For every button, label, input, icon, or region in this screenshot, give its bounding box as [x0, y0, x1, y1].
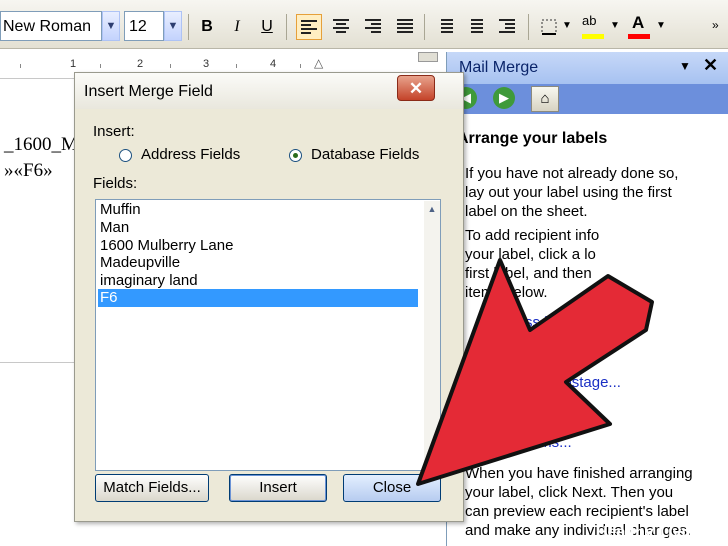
- toolbar-separator: [528, 14, 529, 40]
- font-name-box[interactable]: New Roman: [0, 11, 102, 41]
- font-color-dropdown-arrow[interactable]: ▼: [656, 20, 666, 31]
- decrease-indent-icon: [499, 19, 515, 33]
- close-button[interactable]: Close: [343, 474, 441, 502]
- dialog-title-bar[interactable]: Insert Merge Field ✕: [75, 73, 463, 109]
- align-right-icon: [365, 19, 381, 33]
- font-size-dropdown-arrow[interactable]: ▼: [164, 11, 182, 41]
- font-color-button[interactable]: A: [626, 13, 652, 40]
- pane-text: first label, and then: [465, 265, 592, 282]
- dialog-title: Insert Merge Field: [84, 83, 213, 100]
- font-color-icon: A: [632, 13, 645, 32]
- pane-text: label on the sheet.: [465, 203, 588, 220]
- toolbar-separator: [188, 14, 189, 40]
- watermark: Healthy Living: [596, 524, 706, 541]
- justify-button[interactable]: [392, 14, 418, 40]
- align-left-icon: [301, 20, 317, 34]
- task-pane-close-icon[interactable]: ✕: [703, 55, 718, 76]
- list-item[interactable]: imaginary land: [98, 272, 418, 290]
- insert-label: Insert:: [93, 123, 135, 140]
- list-item[interactable]: Muffin: [98, 201, 418, 219]
- numbered-list-icon: [437, 19, 453, 33]
- borders-dropdown-arrow[interactable]: ▼: [562, 20, 572, 31]
- database-fields-label[interactable]: Database Fields: [311, 146, 419, 163]
- dialog-close-button[interactable]: ✕: [397, 75, 435, 101]
- toolbar-separator: [286, 14, 287, 40]
- ruler-number: 4: [270, 58, 277, 70]
- list-item-selected[interactable]: F6: [98, 289, 418, 307]
- address-fields-label[interactable]: Address Fields: [141, 146, 240, 163]
- highlight-button[interactable]: ab: [580, 13, 606, 40]
- forward-arrow-icon[interactable]: ▶: [493, 87, 515, 109]
- pane-text: To add recipient info: [465, 227, 600, 244]
- task-pane-dropdown-icon[interactable]: ▼: [679, 59, 691, 73]
- pane-text: If you have not already done so,: [465, 165, 679, 182]
- align-left-button[interactable]: [296, 14, 322, 40]
- document-text-line: »«F6»: [4, 160, 53, 181]
- list-item[interactable]: Madeupville: [98, 254, 418, 272]
- home-icon[interactable]: ⌂: [531, 86, 559, 112]
- justify-icon: [397, 19, 413, 33]
- pane-text: When you have finished arranging: [465, 465, 693, 482]
- task-pane-heading: Arrange your labels: [457, 130, 608, 147]
- fields-label: Fields:: [93, 175, 138, 192]
- highlight-icon: ab: [582, 13, 597, 28]
- scroll-up-icon[interactable]: ▲: [424, 201, 440, 217]
- decrease-indent-button[interactable]: [494, 14, 520, 40]
- insert-button[interactable]: Insert: [229, 474, 327, 502]
- task-pane-nav-bar: ◀ ▶ ⌂: [447, 84, 728, 114]
- numbering-button[interactable]: [432, 14, 458, 40]
- pane-text: lay out your label using the first: [465, 184, 672, 201]
- greeting-line-link[interactable]: Greeting line...: [485, 344, 583, 361]
- address-fields-radio[interactable]: [119, 149, 132, 162]
- list-item[interactable]: 1600 Mulberry Lane: [98, 237, 418, 255]
- electronic-postage-link[interactable]: Electronic postage...: [485, 374, 621, 391]
- font-size-box[interactable]: 12: [124, 11, 164, 41]
- toolbar-separator: [424, 14, 425, 40]
- address-block-link[interactable]: Address block...: [485, 314, 592, 331]
- toolbar-options-chevron-icon[interactable]: »: [712, 18, 719, 32]
- insert-merge-field-dialog: Insert Merge Field ✕ Insert: Address Fie…: [74, 72, 464, 522]
- pane-text: can preview each recipient's label: [465, 503, 689, 520]
- align-right-button[interactable]: [360, 14, 386, 40]
- underline-button[interactable]: U: [254, 14, 280, 40]
- align-center-button[interactable]: [328, 14, 354, 40]
- list-scrollbar[interactable]: ▲: [424, 201, 440, 469]
- pane-text: your label, click a lo: [465, 246, 596, 263]
- fields-listbox[interactable]: Muffin Man 1600 Mulberry Lane Madeupvill…: [95, 199, 441, 471]
- match-fields-button[interactable]: Match Fields...: [95, 474, 209, 502]
- split-box-handle[interactable]: [418, 52, 438, 62]
- bullets-button[interactable]: [462, 14, 488, 40]
- list-item[interactable]: Man: [98, 219, 418, 237]
- document-text-line: _1600_M: [4, 134, 78, 155]
- formatting-toolbar: New Roman ▼ 12 ▼ B I U ▼ ab ▼ A ▼ »: [0, 0, 728, 49]
- ruler-number: 3: [203, 58, 210, 70]
- ruler-number: 1: [70, 58, 77, 70]
- task-pane-header: Mail Merge ▼ ✕: [447, 52, 728, 84]
- pane-text: items below.: [465, 284, 548, 301]
- ruler-number: 2: [137, 58, 144, 70]
- borders-button[interactable]: [536, 14, 562, 40]
- highlight-dropdown-arrow[interactable]: ▼: [610, 20, 620, 31]
- database-fields-radio[interactable]: [289, 149, 302, 162]
- mail-merge-task-pane: Mail Merge ▼ ✕ ◀ ▶ ⌂ Arrange your labels…: [446, 52, 728, 546]
- font-color-bar: [628, 34, 650, 39]
- right-indent-marker-icon[interactable]: △: [314, 56, 323, 70]
- align-center-icon: [333, 19, 349, 33]
- borders-icon: [541, 19, 557, 35]
- task-pane-title: Mail Merge: [459, 59, 539, 76]
- italic-button[interactable]: I: [224, 14, 250, 40]
- pane-text: your label, click Next. Then you: [465, 484, 674, 501]
- bold-button[interactable]: B: [194, 14, 220, 40]
- more-items-link[interactable]: More items...: [485, 434, 572, 451]
- bulleted-list-icon: [467, 19, 483, 33]
- font-name-dropdown-arrow[interactable]: ▼: [102, 11, 120, 41]
- highlight-color-bar: [582, 34, 604, 39]
